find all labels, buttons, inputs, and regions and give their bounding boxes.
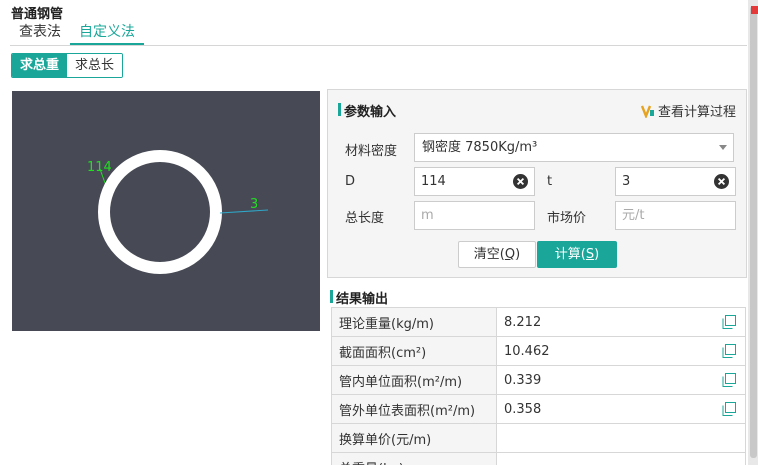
window-corner-indicator xyxy=(751,6,758,14)
mode-toggle: 求总重 求总长 xyxy=(11,53,124,78)
calculate-button-paren: ) xyxy=(594,247,600,262)
result-value-text: 0.339 xyxy=(504,372,542,388)
clear-d-icon[interactable] xyxy=(513,174,528,189)
result-label: 换算单价(元/m) xyxy=(331,423,497,453)
result-label: 理论重量(kg/m) xyxy=(331,307,497,337)
mode-total-weight-button[interactable]: 求总重 xyxy=(12,54,68,77)
copy-icon[interactable] xyxy=(722,315,736,329)
results-section-title: 结果输出 xyxy=(330,288,388,307)
copy-icon[interactable] xyxy=(722,402,736,416)
tab-custom-method[interactable]: 自定义法 xyxy=(70,21,144,45)
result-value-text: 8.212 xyxy=(504,314,542,330)
result-value: 10.462 xyxy=(496,336,746,366)
t-label: t xyxy=(547,174,553,189)
thickness-leader xyxy=(219,209,269,214)
table-row: 换算单价(元/m) xyxy=(331,423,746,453)
results-table: 理论重量(kg/m) 8.212 截面面积(cm²) 10.462 管内单位面积… xyxy=(331,307,746,465)
market-price-input[interactable]: 元/t xyxy=(615,201,736,230)
result-value-text: 0.358 xyxy=(504,401,542,417)
tab-lookup-table[interactable]: 查表法 xyxy=(10,21,70,45)
pipe-cross-section-diagram: 114 3 xyxy=(12,91,320,331)
calculate-button[interactable]: 计算(S) xyxy=(537,241,617,268)
t-input-value: 3 xyxy=(622,174,631,189)
density-label: 材料密度 xyxy=(345,144,398,159)
chevron-down-icon xyxy=(719,145,727,150)
tab-divider xyxy=(10,45,747,46)
view-calculation-link[interactable]: 查看计算过程 xyxy=(640,101,736,120)
outer-diameter-label: 114 xyxy=(87,160,112,175)
thickness-label: 3 xyxy=(250,197,258,212)
table-row: 管内单位面积(m²/m) 0.339 xyxy=(331,365,746,395)
result-label: 截面面积(cm²) xyxy=(331,336,497,366)
result-value-text: 10.462 xyxy=(504,343,550,359)
total-length-input[interactable]: m xyxy=(414,201,535,230)
table-row: 理论重量(kg/m) 8.212 xyxy=(331,307,746,337)
scrollbar-thumb[interactable] xyxy=(750,6,757,458)
pipe-ring xyxy=(98,150,222,274)
vip-icon xyxy=(640,105,654,118)
market-price-label: 市场价 xyxy=(547,211,587,226)
result-value: 0.358 xyxy=(496,394,746,424)
result-label: 管外单位表面积(m²/m) xyxy=(331,394,497,424)
calculate-button-text: 计算( xyxy=(554,247,586,262)
view-calculation-label: 查看计算过程 xyxy=(657,105,736,120)
parameter-section-title: 参数输入 xyxy=(338,101,396,120)
copy-icon[interactable] xyxy=(722,344,736,358)
result-label: 管内单位面积(m²/m) xyxy=(331,365,497,395)
table-row: 截面面积(cm²) 10.462 xyxy=(331,336,746,366)
result-label: 总重量(kg) xyxy=(331,452,497,465)
market-price-placeholder: 元/t xyxy=(622,208,645,223)
d-input-value: 114 xyxy=(421,174,446,189)
result-value xyxy=(496,423,746,453)
table-row: 管外单位表面积(m²/m) 0.358 xyxy=(331,394,746,424)
density-select[interactable]: 钢密度 7850Kg/m³ xyxy=(414,133,734,162)
mode-total-length-button[interactable]: 求总长 xyxy=(67,54,123,77)
t-input[interactable]: 3 xyxy=(615,167,736,196)
result-value: 8.212 xyxy=(496,307,746,337)
clear-button-key: Q xyxy=(504,247,516,262)
calculate-button-key: S xyxy=(585,247,595,262)
parameter-input-panel: 参数输入 查看计算过程 材料密度 钢密度 7850Kg/m³ D 114 t 3… xyxy=(327,89,747,278)
method-tabs: 查表法 自定义法 xyxy=(10,21,144,45)
total-length-placeholder: m xyxy=(421,208,434,223)
d-input[interactable]: 114 xyxy=(414,167,535,196)
clear-button-text: 清空( xyxy=(473,247,505,262)
total-length-label: 总长度 xyxy=(345,211,385,226)
copy-icon[interactable] xyxy=(722,373,736,387)
clear-button[interactable]: 清空(Q) xyxy=(458,241,536,268)
table-row: 总重量(kg) xyxy=(331,452,746,465)
density-select-value: 钢密度 7850Kg/m³ xyxy=(422,140,538,155)
result-value: 0.339 xyxy=(496,365,746,395)
app-title: 普通钢管 xyxy=(11,7,64,22)
clear-button-paren: ) xyxy=(515,247,521,262)
d-label: D xyxy=(345,174,356,189)
result-value xyxy=(496,452,746,465)
clear-t-icon[interactable] xyxy=(714,174,729,189)
